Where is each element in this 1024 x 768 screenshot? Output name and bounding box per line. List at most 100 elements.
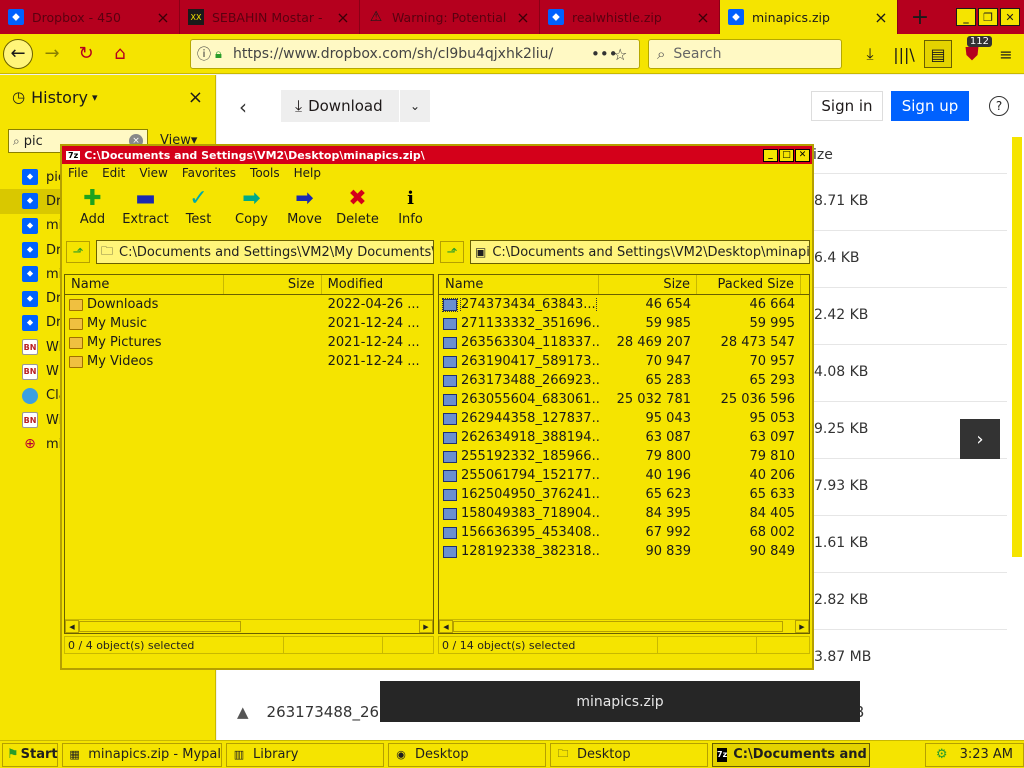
column-header-modified[interactable]: Modified [322, 275, 433, 294]
menu-tools[interactable]: Tools [250, 166, 280, 180]
library-icon[interactable]: |||\ [890, 40, 918, 68]
archive-file-row[interactable]: 255192332_185966... 79 800 79 810 [439, 447, 809, 466]
menu-help[interactable]: Help [294, 166, 321, 180]
file-row[interactable]: My Videos 2021-12-24 ... [65, 352, 433, 371]
move-button[interactable]: ➡ Move [278, 182, 331, 236]
archive-file-row[interactable]: 128192338_382318... 90 839 90 849 [439, 542, 809, 561]
sign-up-button[interactable]: Sign up [891, 91, 969, 121]
horizontal-scrollbar[interactable]: ◀ ▶ [439, 619, 809, 633]
tab-3[interactable]: ⚠ Warning: Potential × [360, 0, 540, 34]
column-header-name[interactable]: Name [65, 275, 225, 294]
close-tab-icon[interactable]: × [873, 8, 889, 27]
downloads-icon[interactable]: ⤓ [856, 40, 884, 68]
close-tab-icon[interactable]: × [695, 8, 711, 27]
url-bar[interactable]: ⓘ 🔒︎ https://www.dropbox.com/sh/cl9bu4qj… [190, 39, 640, 69]
page-scrollbar[interactable] [1012, 137, 1022, 557]
minimize-icon[interactable]: _ [763, 148, 778, 162]
horizontal-scrollbar[interactable]: ◀ ▶ [65, 619, 433, 633]
maximize-icon[interactable]: □ [779, 148, 794, 162]
archive-file-row[interactable]: 263190417_589173... 70 947 70 957 [439, 352, 809, 371]
tray-app-icon[interactable]: ⚙ [936, 747, 948, 762]
menu-view[interactable]: View [139, 166, 167, 180]
page-actions-icon[interactable]: ••• [591, 45, 618, 63]
up-folder-icon[interactable]: ⬏ [66, 241, 90, 263]
tab-2[interactable]: XX SEBAHIN Mostar - × [180, 0, 360, 34]
close-tab-icon[interactable]: × [155, 8, 171, 27]
scroll-left-icon[interactable]: ◀ [65, 620, 79, 633]
scroll-right-icon[interactable]: ▶ [795, 620, 809, 633]
scroll-thumb[interactable] [453, 621, 783, 632]
archive-file-row[interactable]: 162504950_376241... 65 623 65 633 [439, 485, 809, 504]
taskbar-item-desktop-1[interactable]: ◉ Desktop [388, 742, 546, 767]
taskbar-item-library[interactable]: ▥ Library [226, 742, 384, 767]
test-button[interactable]: ✓ Test [172, 182, 225, 236]
extension-shield-icon[interactable]: ⛊ 112 [958, 36, 992, 68]
scroll-track[interactable] [241, 620, 419, 633]
scroll-track[interactable] [783, 620, 795, 633]
left-path-combobox[interactable]: 🗀 C:\Documents and Settings\VM2\My Docum… [96, 240, 434, 264]
file-row[interactable]: Downloads 2022-04-26 ... [65, 295, 433, 314]
sidebar-toggle-icon[interactable]: ▤ [924, 40, 952, 68]
sevenzip-titlebar[interactable]: 7z C:\Documents and Settings\VM2\Desktop… [62, 146, 812, 164]
file-row[interactable]: My Pictures 2021-12-24 ... [65, 333, 433, 352]
menu-icon[interactable]: ≡ [992, 40, 1020, 68]
sidebar-header[interactable]: ◷ History ▾ × [0, 75, 215, 119]
delete-button[interactable]: ✖ Delete [331, 182, 384, 236]
minimize-icon[interactable]: _ [956, 8, 976, 26]
taskbar-item-desktop-2[interactable]: 🗀 Desktop [550, 742, 708, 767]
search-bar[interactable]: ⌕ Search [648, 39, 842, 69]
archive-file-row[interactable]: 156636395_453408... 67 992 68 002 [439, 523, 809, 542]
archive-file-row[interactable]: 158049383_718904... 84 395 84 405 [439, 504, 809, 523]
start-button[interactable]: ⚑ Start [2, 742, 58, 767]
right-path-combobox[interactable]: ▣ C:\Documents and Settings\VM2\Desktop\… [470, 240, 810, 264]
menu-edit[interactable]: Edit [102, 166, 125, 180]
copy-button[interactable]: ➡ Copy [225, 182, 278, 236]
archive-file-row[interactable]: 262634918_388194... 63 087 63 097 [439, 428, 809, 447]
close-icon[interactable]: × [188, 87, 203, 108]
column-header-packed-size[interactable]: Packed Size [697, 275, 801, 294]
download-button[interactable]: ⤓ Download [281, 90, 399, 122]
archive-file-row[interactable]: 271133332_351696... 59 985 59 995 [439, 314, 809, 333]
extract-button[interactable]: ▬ Extract [119, 182, 172, 236]
scroll-right-icon[interactable]: ▶ [419, 620, 433, 633]
info-button[interactable]: i Info [384, 182, 437, 236]
file-row[interactable]: ▲ 263173488_26 B [237, 703, 864, 721]
file-row[interactable]: My Music 2021-12-24 ... [65, 314, 433, 333]
column-header-size[interactable]: Size [599, 275, 697, 294]
column-header-size[interactable]: Size [224, 275, 322, 294]
menu-favorites[interactable]: Favorites [182, 166, 236, 180]
taskbar-item-mypal[interactable]: ▦ minapics.zip - Mypal [62, 742, 222, 767]
archive-file-row[interactable]: 274373434_63843... 46 654 46 664 [439, 295, 809, 314]
up-folder-icon[interactable]: ⬏ [440, 241, 464, 263]
home-icon[interactable]: ⌂ [104, 38, 136, 70]
archive-file-row[interactable]: 263055604_683061... 25 032 781 25 036 596 [439, 390, 809, 409]
taskbar-item-sevenzip[interactable]: 7z C:\Documents and ... [712, 742, 870, 767]
tab-5-active[interactable]: ⬥ minapics.zip × [720, 0, 898, 34]
next-arrow-icon[interactable]: › [960, 419, 1000, 459]
info-icon[interactable]: ⓘ [197, 44, 215, 64]
scroll-thumb[interactable] [79, 621, 241, 632]
size-column-header[interactable]: ize [813, 147, 833, 163]
archive-file-row[interactable]: 262944358_127837... 95 043 95 053 [439, 409, 809, 428]
url-text[interactable]: https://www.dropbox.com/sh/cl9bu4qjxhk2l… [233, 46, 591, 62]
archive-file-row[interactable]: 255061794_152177... 40 196 40 206 [439, 466, 809, 485]
archive-file-row[interactable]: 263173488_266923... 65 283 65 293 [439, 371, 809, 390]
back-chevron-icon[interactable]: ‹ [239, 95, 247, 119]
help-icon[interactable]: ? [989, 96, 1009, 116]
bookmark-star-icon[interactable]: ☆ [613, 45, 633, 64]
close-tab-icon[interactable]: × [335, 8, 351, 27]
close-icon[interactable]: ✕ [795, 148, 810, 162]
sign-in-button[interactable]: Sign in [811, 91, 883, 121]
tab-1[interactable]: ⬥ Dropbox - 450 × [0, 0, 180, 34]
tab-4[interactable]: ⬥ realwhistle.zip × [540, 0, 720, 34]
scroll-left-icon[interactable]: ◀ [439, 620, 453, 633]
back-button[interactable]: ← [2, 38, 34, 70]
close-window-icon[interactable]: ✕ [1000, 8, 1020, 26]
menu-file[interactable]: File [68, 166, 88, 180]
reload-icon[interactable]: ↻ [70, 38, 102, 70]
new-tab-icon[interactable]: + [898, 0, 942, 34]
download-dropdown-button[interactable]: ⌄ [400, 90, 430, 122]
close-tab-icon[interactable]: × [515, 8, 531, 27]
forward-icon[interactable]: → [36, 38, 68, 70]
column-header-name[interactable]: Name [439, 275, 599, 294]
